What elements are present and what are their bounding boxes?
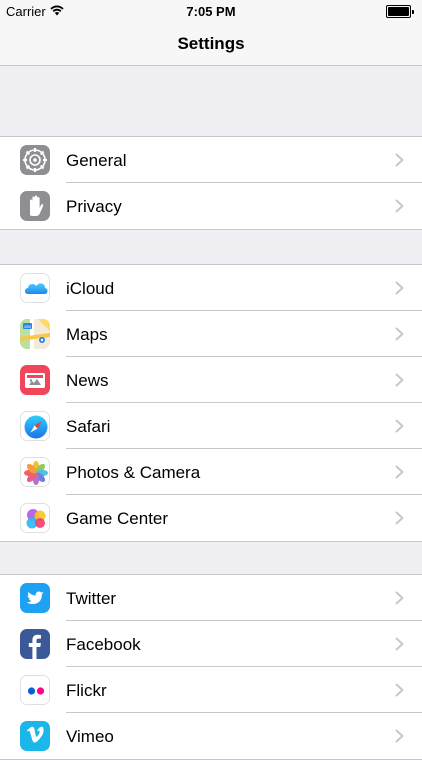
- gear-icon: [20, 145, 50, 175]
- row-label: Facebook: [66, 635, 141, 654]
- flickr-icon: [20, 675, 50, 705]
- chevron-right-icon: [395, 199, 404, 213]
- row-maps[interactable]: 280 Maps: [0, 311, 422, 357]
- row-game-center[interactable]: Game Center: [0, 495, 422, 541]
- row-label: Flickr: [66, 681, 107, 700]
- status-time: 7:05 PM: [186, 4, 236, 19]
- chevron-right-icon: [395, 729, 404, 743]
- vimeo-icon: [20, 721, 50, 751]
- chevron-right-icon: [395, 637, 404, 651]
- chevron-right-icon: [395, 373, 404, 387]
- battery-fill: [388, 7, 409, 16]
- page-title: Settings: [177, 34, 245, 53]
- map-icon: 280: [20, 319, 50, 349]
- cloud-icon: [20, 273, 50, 303]
- chevron-right-icon: [395, 419, 404, 433]
- battery-body: [386, 5, 411, 18]
- row-news[interactable]: News: [0, 357, 422, 403]
- twitter-bird-icon: [20, 583, 50, 613]
- row-safari[interactable]: Safari: [0, 403, 422, 449]
- settings-group-system: General Privacy: [0, 136, 422, 230]
- settings-group-social: Twitter Facebook Flickr Vimeo: [0, 574, 422, 760]
- chevron-right-icon: [395, 153, 404, 167]
- game-center-icon: [20, 503, 50, 533]
- row-flickr[interactable]: Flickr: [0, 667, 422, 713]
- row-label: Privacy: [66, 197, 122, 216]
- chevron-right-icon: [395, 281, 404, 295]
- row-twitter[interactable]: Twitter: [0, 575, 422, 621]
- row-label: Twitter: [66, 589, 117, 608]
- chevron-right-icon: [395, 511, 404, 525]
- battery-tip: [412, 9, 414, 14]
- row-label: Vimeo: [66, 727, 114, 746]
- row-facebook[interactable]: Facebook: [0, 621, 422, 667]
- compass-icon: [20, 411, 50, 441]
- row-privacy[interactable]: Privacy: [0, 183, 422, 229]
- status-bar: Carrier 7:05 PM: [0, 0, 422, 22]
- battery-icon: [386, 5, 414, 18]
- chevron-right-icon: [395, 591, 404, 605]
- settings-group-apps: iCloud 280 Maps News Safari Photos & Cam…: [0, 264, 422, 542]
- row-general[interactable]: General: [0, 137, 422, 183]
- row-photos-camera[interactable]: Photos & Camera: [0, 449, 422, 495]
- hand-icon: [20, 191, 50, 221]
- chevron-right-icon: [395, 327, 404, 341]
- facebook-icon: [20, 629, 50, 659]
- row-vimeo[interactable]: Vimeo: [0, 713, 422, 759]
- row-label: iCloud: [66, 279, 115, 298]
- row-label: Safari: [66, 417, 111, 436]
- navigation-bar: Settings: [0, 22, 422, 66]
- row-icloud[interactable]: iCloud: [0, 265, 422, 311]
- row-label: Maps: [66, 325, 108, 344]
- row-label: General: [66, 151, 127, 170]
- svg-text:280: 280: [24, 324, 31, 329]
- row-label: Game Center: [66, 509, 169, 528]
- chevron-right-icon: [395, 465, 404, 479]
- row-label: Photos & Camera: [66, 463, 201, 482]
- news-icon: [20, 365, 50, 395]
- chevron-right-icon: [395, 683, 404, 697]
- photos-icon: [20, 457, 50, 487]
- row-label: News: [66, 371, 109, 390]
